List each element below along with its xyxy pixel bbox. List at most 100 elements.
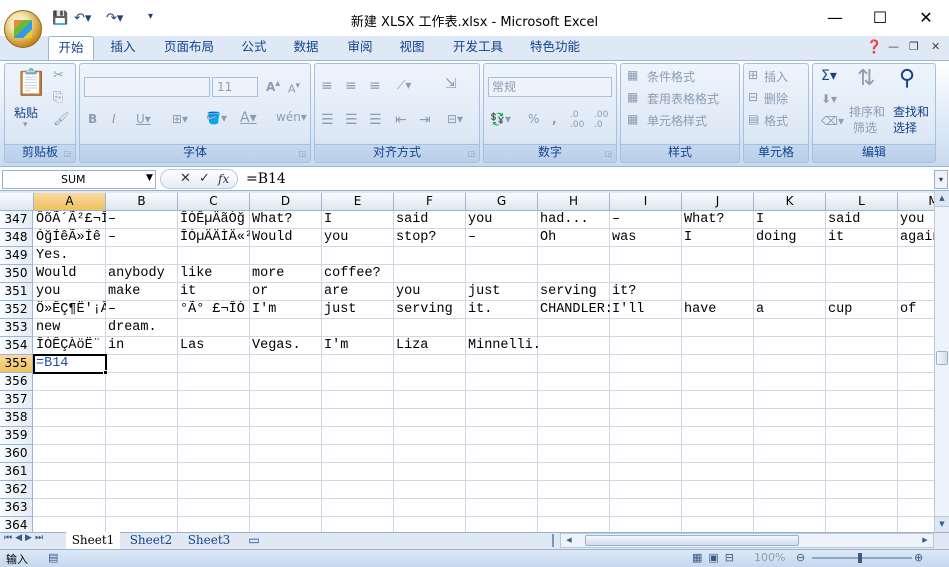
row-header[interactable]: 361 — [0, 463, 33, 481]
column-header[interactable]: B — [106, 193, 178, 211]
row-header[interactable]: 350 — [0, 265, 33, 283]
phonetic-icon[interactable]: wén▾ — [276, 110, 307, 124]
table-cell[interactable]: you — [394, 283, 466, 301]
table-cell[interactable]: said — [826, 211, 898, 229]
fill-color-icon[interactable]: 🪣▾ — [206, 111, 227, 125]
active-cell-border[interactable] — [33, 354, 107, 374]
column-header[interactable]: D — [250, 193, 322, 211]
table-cell[interactable]: Ö»ÊÇ¶Ë'¡Â — [34, 301, 106, 319]
table-cell[interactable]: °Ã° £¬ÎÒ — [178, 301, 250, 319]
font-name-input[interactable] — [84, 77, 210, 97]
name-box[interactable]: SUM — [2, 170, 156, 189]
merge-center-icon[interactable]: ⊟▾ — [447, 112, 463, 126]
table-cell[interactable]: coffee? — [322, 265, 394, 283]
table-cell[interactable]: Yes. — [34, 247, 106, 265]
paste-dropdown-icon[interactable]: ▾ — [23, 120, 28, 130]
table-cell[interactable]: had... — [538, 211, 610, 229]
italic-icon[interactable]: I — [112, 112, 116, 126]
conditional-format-button[interactable]: 条件格式 — [647, 68, 695, 85]
column-header[interactable]: L — [826, 193, 898, 211]
table-cell[interactable]: ÔõÃ´Ã²£¬Î — [34, 211, 106, 229]
column-header[interactable]: C — [178, 193, 250, 211]
formula-input[interactable]: =B14 — [246, 170, 931, 189]
underline-icon[interactable]: U▾ — [136, 112, 151, 126]
table-cell[interactable]: I — [682, 229, 754, 247]
tab-home[interactable]: 开始 — [48, 36, 94, 60]
table-cell[interactable]: I'm — [250, 301, 322, 319]
cut-icon[interactable]: ✂ — [53, 68, 64, 83]
tab-insert[interactable]: 插入 — [100, 36, 146, 60]
table-cell[interactable]: What? — [682, 211, 754, 229]
align-bottom-icon[interactable]: ≡ — [369, 78, 381, 94]
table-cell[interactable]: just — [322, 301, 394, 319]
name-box-dropdown-icon[interactable]: ▼ — [146, 173, 153, 183]
table-cell[interactable]: a — [754, 301, 826, 319]
orientation-icon[interactable]: ⟋▾ — [397, 78, 411, 93]
insert-function-icon[interactable]: fx — [218, 172, 229, 186]
table-cell[interactable]: you — [898, 211, 936, 229]
bold-icon[interactable]: B — [88, 112, 97, 126]
table-cell[interactable]: ÓğÍêÃ»Íê — [34, 229, 106, 247]
row-header[interactable]: 349 — [0, 247, 33, 265]
table-cell[interactable]: I — [754, 211, 826, 229]
tab-page-layout[interactable]: 页面布局 — [158, 36, 220, 60]
percent-icon[interactable]: % — [528, 112, 539, 126]
row-header[interactable]: 354 — [0, 337, 33, 355]
autosum-icon[interactable]: Σ▾ — [821, 68, 837, 84]
row-header[interactable]: 355 — [0, 355, 33, 373]
row-header[interactable]: 352 — [0, 301, 33, 319]
decrease-indent-icon[interactable]: ⇤ — [395, 112, 407, 128]
horizontal-scroll-thumb[interactable] — [585, 535, 799, 546]
table-cell[interactable]: Minnelli. — [466, 337, 538, 355]
table-cell[interactable]: you — [466, 211, 538, 229]
sheet-tab-sheet1[interactable]: Sheet1 — [66, 532, 120, 549]
table-cell[interactable]: – — [106, 211, 178, 229]
table-cell[interactable]: it — [178, 283, 250, 301]
cell-styles-icon[interactable]: ▦ — [627, 112, 638, 126]
scroll-left-icon[interactable]: ◀ — [561, 534, 577, 547]
tab-view[interactable]: 视图 — [390, 36, 434, 60]
binoculars-icon[interactable]: ⚲ — [899, 66, 915, 91]
zoom-slider-thumb[interactable] — [858, 553, 862, 563]
align-top-icon[interactable]: ≡ — [321, 78, 333, 94]
delete-cells-icon[interactable]: ⊟ — [748, 90, 758, 104]
table-cell[interactable]: again — [898, 229, 936, 247]
grow-font-icon[interactable]: A▴ — [266, 78, 280, 94]
table-cell[interactable]: cup — [826, 301, 898, 319]
ribbon-restore-icon[interactable]: ❐ — [909, 40, 919, 53]
zoom-out-icon[interactable]: ⊖ — [796, 551, 805, 564]
wrap-text-icon[interactable]: ⇲ — [445, 76, 457, 92]
row-header[interactable]: 353 — [0, 319, 33, 337]
number-format-select[interactable]: 常规 — [488, 77, 612, 97]
column-header[interactable]: H — [538, 193, 610, 211]
column-header[interactable]: J — [682, 193, 754, 211]
align-left-icon[interactable]: ☰ — [321, 112, 334, 128]
close-button[interactable]: ✕ — [911, 8, 941, 28]
scroll-up-icon[interactable]: ▲ — [935, 191, 949, 207]
insert-cells-button[interactable]: 插入 — [764, 68, 788, 85]
table-cell[interactable]: Would — [34, 265, 106, 283]
fill-handle[interactable] — [103, 370, 108, 375]
row-header[interactable]: 347 — [0, 211, 33, 229]
table-cell[interactable]: ÎÒµÄÄÌÄ«² — [178, 229, 250, 247]
find-select-button[interactable]: 查找和 选择 — [893, 104, 929, 136]
table-cell[interactable]: Las — [178, 337, 250, 355]
cell-styles-button[interactable]: 单元格样式 — [647, 112, 707, 129]
table-cell[interactable]: serving — [394, 301, 466, 319]
horizontal-scrollbar[interactable]: ◀ ▶ — [560, 533, 934, 548]
insert-cells-icon[interactable]: ⊞ — [748, 68, 758, 82]
spreadsheet-grid[interactable]: A B C D E F G H I J K L M 347 ÔõÃ´Ã²£¬Î – ÎÒÊµÄãÒğ What? I… — [0, 193, 936, 532]
accounting-format-icon[interactable]: 💱▾ — [490, 112, 511, 126]
column-header[interactable]: F — [394, 193, 466, 211]
tab-developer[interactable]: 开发工具 — [446, 36, 510, 60]
cancel-entry-icon[interactable]: ✕ — [180, 171, 191, 186]
macro-record-icon[interactable]: ▤ — [48, 551, 58, 564]
table-cell[interactable]: doing — [754, 229, 826, 247]
table-cell[interactable]: Would — [250, 229, 322, 247]
sheet-tab-sheet3[interactable]: Sheet3 — [182, 532, 236, 549]
table-cell[interactable]: – — [466, 229, 538, 247]
table-cell[interactable]: in — [106, 337, 178, 355]
clear-icon[interactable]: ⌫▾ — [821, 114, 844, 128]
table-cell[interactable]: it? — [610, 283, 682, 301]
table-cell[interactable]: said — [394, 211, 466, 229]
